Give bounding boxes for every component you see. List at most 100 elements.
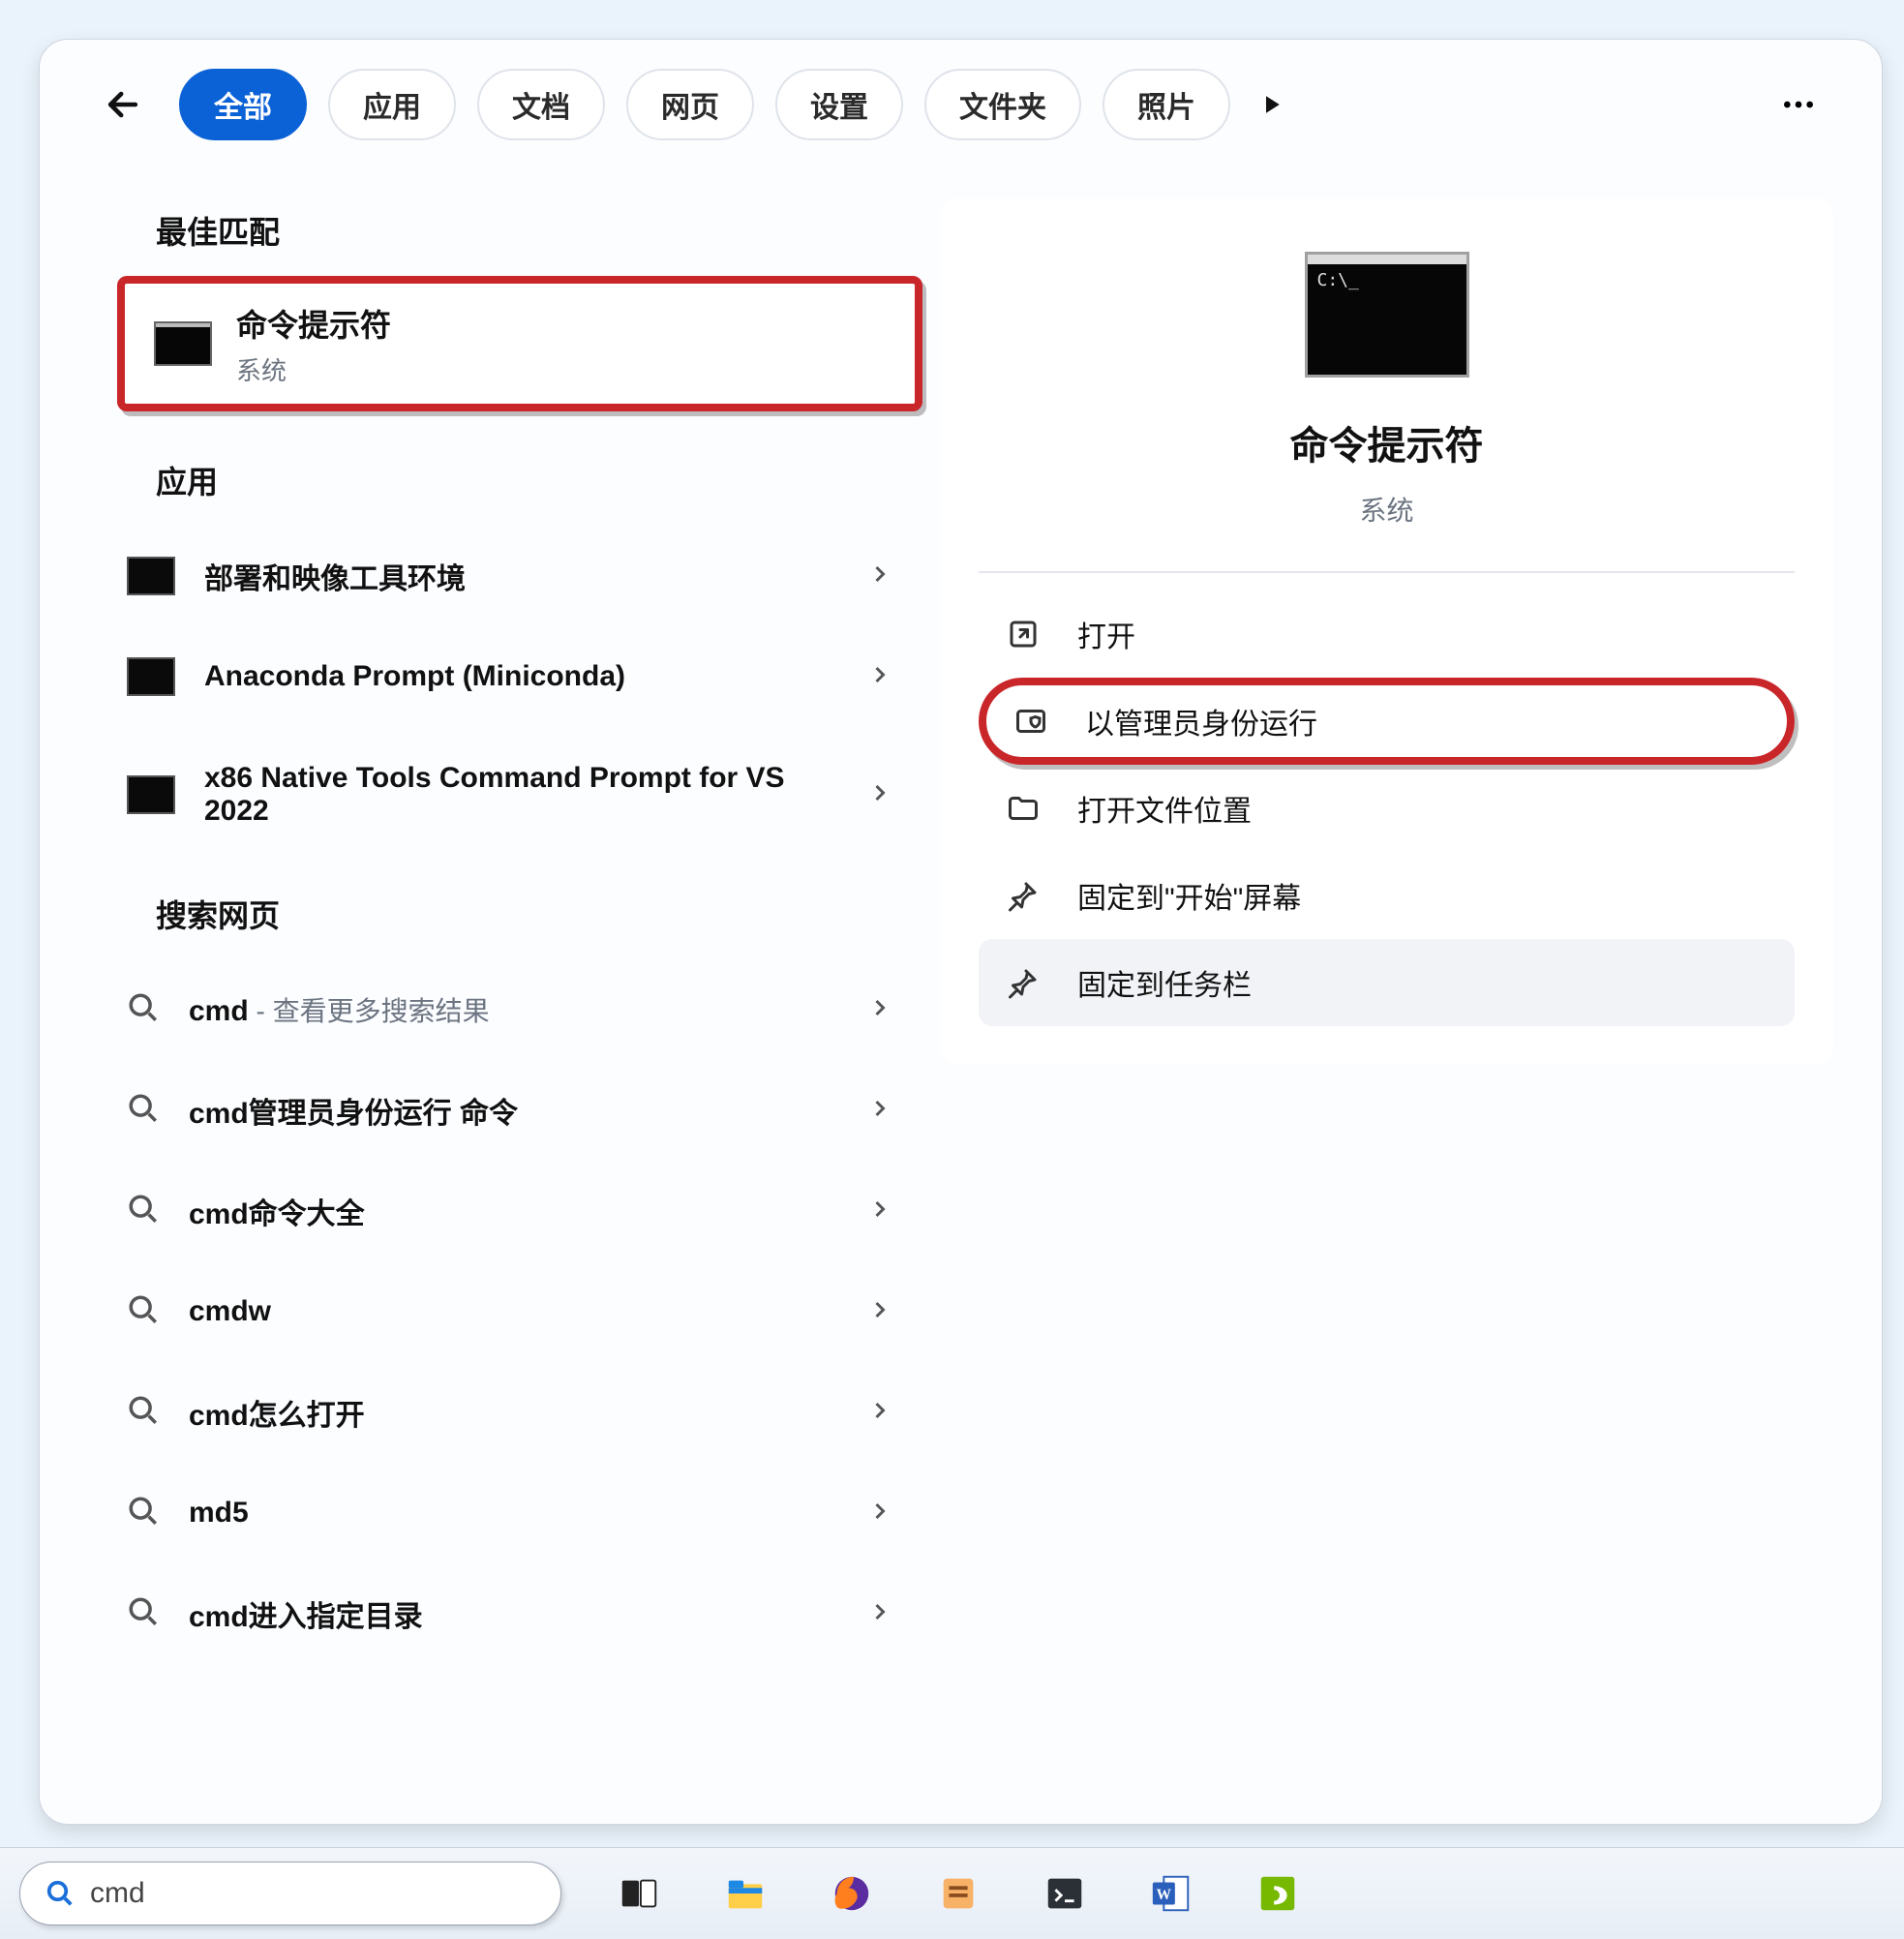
chevron-right-icon[interactable] [866, 661, 893, 693]
search-icon [127, 1092, 160, 1130]
taskbar-search-value: cmd [90, 1877, 145, 1910]
web-result-label: cmd进入指定目录 [189, 1592, 423, 1635]
chevron-right-icon[interactable] [866, 560, 893, 592]
search-icon [127, 1595, 160, 1633]
details-card: C:\_ 命令提示符 系统 打开 以管理员身份运行 [940, 198, 1833, 1065]
terminal-icon [127, 557, 175, 595]
filter-chip-apps[interactable]: 应用 [328, 69, 456, 140]
filter-chip-folders[interactable]: 文件夹 [924, 69, 1081, 140]
back-button[interactable] [88, 70, 158, 139]
details-subtitle: 系统 [1359, 490, 1413, 529]
search-icon [127, 1495, 160, 1532]
filter-chip-settings[interactable]: 设置 [775, 69, 903, 140]
action-label: 固定到任务栏 [1077, 961, 1252, 1004]
results-body: 最佳匹配 命令提示符 系统 应用 部署和映像工具环境 Anaconda Pr [40, 169, 1882, 1824]
action-label: 打开 [1077, 613, 1135, 655]
action-label: 固定到"开始"屏幕 [1077, 874, 1301, 917]
action-label: 打开文件位置 [1077, 787, 1252, 830]
app-result-item[interactable]: 部署和映像工具环境 [88, 526, 922, 626]
chip-label: 设置 [810, 83, 868, 126]
best-match-subtitle: 系统 [236, 351, 391, 387]
action-list: 打开 以管理员身份运行 打开文件位置 固定到"开始"屏幕 [979, 581, 1795, 1026]
chip-label: 全部 [214, 83, 272, 126]
more-filters-icon[interactable] [1252, 90, 1290, 119]
web-result-item[interactable]: cmd命令大全 [88, 1161, 922, 1261]
open-icon [1004, 615, 1043, 653]
taskbar-search-box[interactable]: cmd [19, 1862, 561, 1925]
pin-icon [1004, 963, 1043, 1002]
web-result-item[interactable]: cmd管理员身份运行 命令 [88, 1060, 922, 1161]
action-label: 以管理员身份运行 [1085, 700, 1317, 742]
folder-icon [1004, 789, 1043, 828]
taskbar-terminal-icon[interactable] [1036, 1864, 1094, 1923]
action-pin-to-taskbar[interactable]: 固定到任务栏 [979, 939, 1795, 1026]
section-header-apps: 应用 [88, 429, 922, 526]
web-result-item[interactable]: cmd怎么打开 [88, 1362, 922, 1463]
chip-label: 网页 [661, 83, 719, 126]
web-result-label: cmd管理员身份运行 命令 [189, 1089, 518, 1132]
action-open[interactable]: 打开 [979, 591, 1795, 678]
action-pin-to-start[interactable]: 固定到"开始"屏幕 [979, 852, 1795, 939]
app-result-label: Anaconda Prompt (Miniconda) [204, 660, 625, 693]
chevron-right-icon[interactable] [866, 1498, 893, 1530]
chip-label: 文件夹 [959, 83, 1046, 126]
search-icon [127, 1293, 160, 1331]
terminal-icon [127, 775, 175, 814]
filter-row: 全部 应用 文档 网页 设置 文件夹 照片 [40, 40, 1882, 169]
section-header-best-match: 最佳匹配 [88, 179, 922, 276]
svg-text:W: W [1157, 1887, 1172, 1903]
section-header-web: 搜索网页 [88, 863, 922, 959]
search-icon [127, 991, 160, 1029]
chevron-right-icon[interactable] [866, 779, 893, 811]
taskbar-taskview-icon[interactable] [610, 1864, 668, 1923]
more-options-icon[interactable] [1764, 70, 1833, 139]
details-header: C:\_ 命令提示符 系统 [979, 252, 1795, 529]
chevron-right-icon[interactable] [866, 1296, 893, 1328]
chevron-right-icon[interactable] [866, 1598, 893, 1630]
app-result-label: 部署和映像工具环境 [204, 555, 466, 597]
details-panel: C:\_ 命令提示符 系统 打开 以管理员身份运行 [940, 169, 1882, 1824]
terminal-icon [127, 657, 175, 696]
chip-label: 文档 [512, 83, 570, 126]
taskbar: cmd W [0, 1847, 1904, 1939]
search-icon [45, 1879, 75, 1908]
taskbar-notes-icon[interactable] [929, 1864, 987, 1923]
results-left-column: 最佳匹配 命令提示符 系统 应用 部署和映像工具环境 Anaconda Pr [40, 169, 940, 1824]
web-result-item[interactable]: cmdw [88, 1261, 922, 1362]
taskbar-firefox-icon[interactable] [823, 1864, 881, 1923]
details-title: 命令提示符 [1290, 414, 1484, 470]
web-result-label: md5 [189, 1497, 249, 1530]
best-match-text: 命令提示符 系统 [236, 301, 391, 387]
taskbar-word-icon[interactable]: W [1142, 1864, 1200, 1923]
cmd-large-icon: C:\_ [1305, 252, 1469, 378]
chevron-right-icon[interactable] [866, 994, 893, 1026]
search-icon [127, 1394, 160, 1432]
chevron-right-icon[interactable] [866, 1397, 893, 1429]
filter-chip-docs[interactable]: 文档 [477, 69, 605, 140]
taskbar-nvidia-icon[interactable] [1249, 1864, 1307, 1923]
filter-chip-photos[interactable]: 照片 [1103, 69, 1230, 140]
app-result-item[interactable]: x86 Native Tools Command Prompt for VS 2… [88, 727, 922, 863]
filter-chip-web[interactable]: 网页 [626, 69, 754, 140]
web-result-label: cmd怎么打开 [189, 1391, 365, 1434]
cmd-caret-text: C:\_ [1317, 270, 1359, 290]
filter-chip-all[interactable]: 全部 [179, 69, 307, 140]
best-match-item[interactable]: 命令提示符 系统 [117, 276, 922, 411]
web-result-label: cmdw [189, 1295, 271, 1328]
action-open-file-location[interactable]: 打开文件位置 [979, 765, 1795, 852]
search-window: 全部 应用 文档 网页 设置 文件夹 照片 最佳匹配 命令提示符 系统 [39, 39, 1883, 1825]
web-result-item[interactable]: cmd - 查看更多搜索结果 [88, 959, 922, 1060]
pin-icon [1004, 876, 1043, 915]
divider [979, 571, 1795, 573]
chip-label: 照片 [1137, 83, 1195, 126]
web-result-item[interactable]: cmd进入指定目录 [88, 1563, 922, 1664]
search-icon [127, 1193, 160, 1230]
chevron-right-icon[interactable] [866, 1196, 893, 1227]
app-result-item[interactable]: Anaconda Prompt (Miniconda) [88, 626, 922, 727]
web-result-item[interactable]: md5 [88, 1463, 922, 1563]
taskbar-explorer-icon[interactable] [716, 1864, 774, 1923]
action-run-as-admin[interactable]: 以管理员身份运行 [979, 678, 1795, 765]
chevron-right-icon[interactable] [866, 1095, 893, 1127]
best-match-title: 命令提示符 [236, 301, 391, 346]
web-result-label: cmd - 查看更多搜索结果 [189, 990, 490, 1029]
